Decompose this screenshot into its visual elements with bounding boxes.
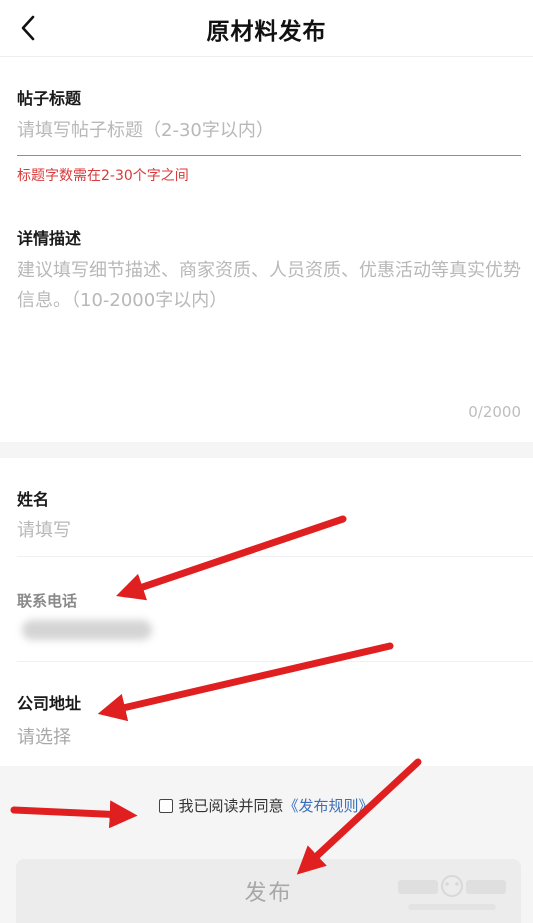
agreement-row: 我已阅读并同意 《发布规则》 bbox=[0, 795, 533, 816]
page-title: 原材料发布 bbox=[206, 19, 327, 45]
publish-rules-link[interactable]: 《发布规则》 bbox=[284, 795, 374, 816]
row-divider bbox=[17, 661, 533, 662]
details-label: 详情描述 bbox=[17, 229, 82, 248]
publish-button[interactable]: 发布 bbox=[16, 859, 521, 923]
agreement-text: 我已阅读并同意 bbox=[178, 797, 284, 815]
title-error-message: 标题字数需在2-30个字之间 bbox=[17, 168, 189, 184]
post-title-label: 帖子标题 bbox=[17, 89, 82, 108]
top-nav-bar: 原材料发布 bbox=[0, 0, 533, 57]
phone-value-blurred[interactable] bbox=[22, 620, 152, 640]
address-select[interactable]: 请选择 bbox=[17, 723, 517, 751]
arrow-to-address bbox=[97, 642, 394, 722]
agreement-checkbox[interactable] bbox=[159, 798, 174, 813]
post-title-input[interactable] bbox=[17, 116, 517, 144]
row-divider bbox=[17, 556, 533, 557]
phone-label: 联系电话 bbox=[17, 592, 78, 610]
name-label: 姓名 bbox=[17, 490, 50, 509]
section-separator bbox=[0, 442, 533, 458]
details-textarea[interactable] bbox=[17, 256, 522, 386]
character-counter: 0/2000 bbox=[468, 403, 521, 421]
name-input[interactable] bbox=[17, 516, 517, 544]
address-label: 公司地址 bbox=[17, 694, 82, 713]
title-error-underline bbox=[17, 155, 521, 156]
